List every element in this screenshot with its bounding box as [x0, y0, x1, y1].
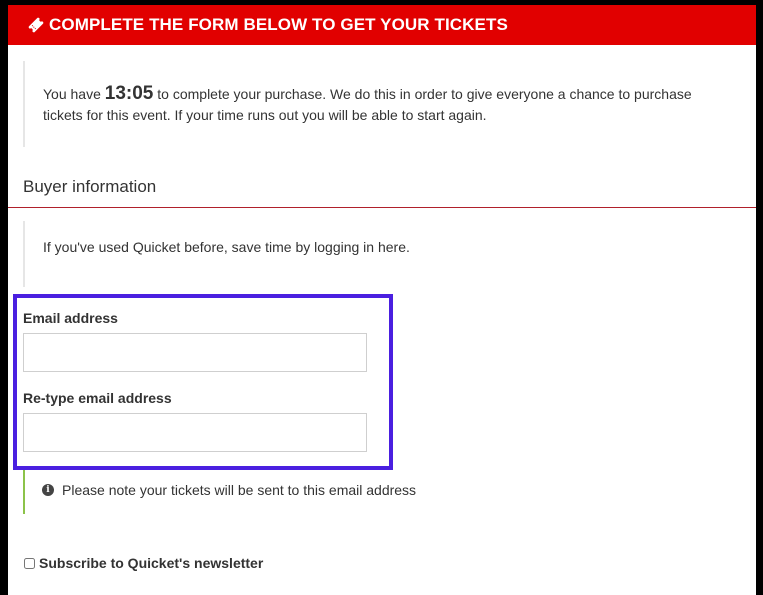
info-circle-icon: i: [42, 484, 54, 496]
ticket-form-panel: COMPLETE THE FORM BELOW TO GET YOUR TICK…: [8, 5, 756, 595]
email-note: i Please note your tickets will be sent …: [23, 470, 725, 514]
form-header: COMPLETE THE FORM BELOW TO GET YOUR TICK…: [8, 5, 756, 45]
email-label: Email address: [23, 310, 118, 326]
retype-email-label: Re-type email address: [23, 390, 172, 406]
subscribe-newsletter[interactable]: Subscribe to Quicket's newsletter: [24, 555, 263, 571]
subscribe-label: Subscribe to Quicket's newsletter: [39, 555, 264, 571]
email-note-content: i Please note your tickets will be sent …: [42, 482, 416, 498]
ticket-icon: [27, 16, 45, 34]
section-divider: [8, 207, 756, 208]
email-note-text: Please note your tickets will be sent to…: [62, 482, 417, 498]
timer-text: You have 13:05 to complete your purchase…: [43, 83, 703, 126]
login-notice: If you've used Quicket before, save time…: [23, 221, 725, 287]
form-header-title: COMPLETE THE FORM BELOW TO GET YOUR TICK…: [49, 15, 508, 34]
retype-email-field[interactable]: [23, 413, 367, 452]
subscribe-checkbox[interactable]: [24, 557, 35, 569]
email-field[interactable]: [23, 333, 367, 372]
timer-prefix: You have: [43, 86, 105, 102]
buyer-information-heading: Buyer information: [23, 177, 157, 196]
login-link-text[interactable]: If you've used Quicket before, save time…: [43, 239, 410, 255]
timer-notice: You have 13:05 to complete your purchase…: [23, 61, 725, 147]
countdown-timer: 13:05: [104, 83, 154, 104]
